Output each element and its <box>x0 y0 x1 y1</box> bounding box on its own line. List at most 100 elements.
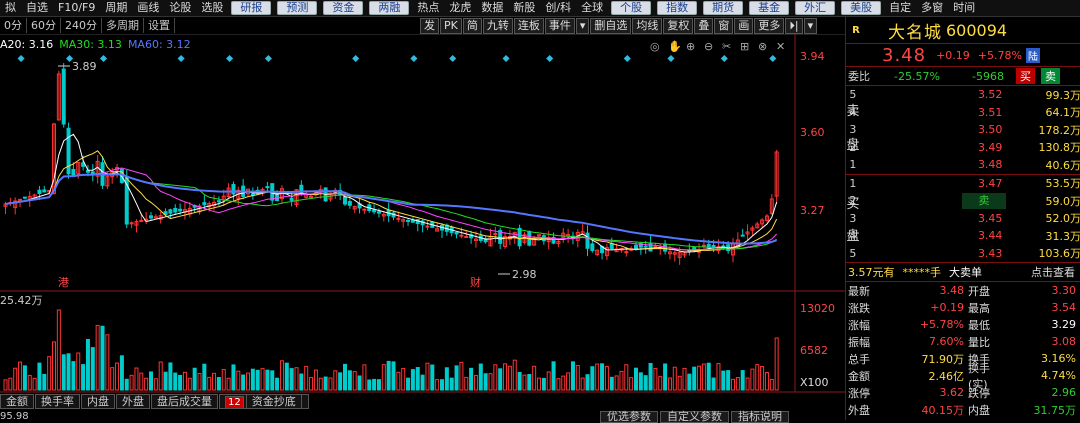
tab-after-hours[interactable]: 盘后成交量 <box>151 394 218 409</box>
volume-bar <box>236 370 241 391</box>
menu-item[interactable]: 自选 <box>21 0 53 16</box>
chevron-down-icon[interactable]: ▾ <box>575 17 590 34</box>
index-button[interactable]: 指数 <box>657 1 698 15</box>
margin-button[interactable]: 两融 <box>369 1 410 15</box>
candle <box>643 245 648 248</box>
bid-row[interactable]: 3 3.45 52.0万 <box>846 210 1080 228</box>
tool-button[interactable]: 更多 <box>754 17 785 34</box>
bid-row[interactable]: 23.46卖59.0万 <box>846 192 1080 210</box>
volume-bar <box>401 368 406 391</box>
ma-line <box>5 133 778 253</box>
zoom-out-icon[interactable]: ⊖ <box>704 40 713 53</box>
volume-bar <box>609 376 614 391</box>
settings-tab[interactable]: 设置 <box>144 18 175 33</box>
stocks-button[interactable]: 个股 <box>611 1 652 15</box>
tool-button[interactable]: 画 <box>734 17 754 34</box>
tool-button[interactable]: 复权 <box>663 17 694 34</box>
menu-item[interactable]: 自定 <box>884 0 916 16</box>
research-button[interactable]: 研报 <box>231 1 272 15</box>
period-tab[interactable]: 多周期 <box>102 18 144 33</box>
ask-row[interactable]: 2 3.49 130.8万 <box>846 139 1080 157</box>
tool-button[interactable]: 窗 <box>714 17 734 34</box>
volume-bar <box>706 362 711 391</box>
tool-button[interactable]: 均线 <box>632 17 663 34</box>
bid-row[interactable]: 5 3.43 103.6万 <box>846 245 1080 263</box>
menu-item[interactable]: 全球 <box>576 0 608 16</box>
ask-row[interactable]: 4 3.51 64.1万 <box>846 104 1080 122</box>
volume-bar <box>697 365 702 391</box>
tab-amount[interactable]: 金额 <box>0 394 34 409</box>
bid-row[interactable]: 4 3.44 31.3万 <box>846 227 1080 245</box>
volume-bar <box>124 378 129 391</box>
view-link[interactable]: 点击查看 <box>1031 264 1080 280</box>
eye-icon[interactable]: ◎ <box>650 40 660 53</box>
forecast-button[interactable]: 预测 <box>277 1 318 15</box>
play-icon[interactable]: ⏵| <box>785 17 803 34</box>
sell-button[interactable]: 卖 <box>1041 68 1060 84</box>
custom-params-button[interactable]: 自定义参数 <box>660 411 729 423</box>
indicator-help-button[interactable]: 指标说明 <box>731 411 789 423</box>
tool-button[interactable]: 连板 <box>513 17 544 34</box>
fund-button[interactable]: 基金 <box>749 1 790 15</box>
close-icon[interactable]: ⊗ <box>758 40 767 53</box>
event-mark[interactable]: 财 <box>470 275 481 289</box>
stat-value: 2.46亿 <box>928 369 965 383</box>
close-icon[interactable]: ✕ <box>776 40 785 53</box>
menu-item[interactable]: F10/F9 <box>53 0 100 16</box>
grid-icon[interactable]: ⊞ <box>740 40 749 53</box>
tab-turnover[interactable]: 换手率 <box>35 394 80 409</box>
candle <box>173 207 178 213</box>
menu-item[interactable]: 选股 <box>196 0 228 16</box>
kline-chart[interactable]: 3.94 3.60 3.27 13020 6582 X100 ◎ ✋ ⊕ ⊖ ✂… <box>0 34 845 394</box>
menu-item[interactable]: 画线 <box>132 0 164 16</box>
ask-row[interactable]: 5 3.52 99.3万 <box>846 86 1080 104</box>
chevron-down-icon[interactable]: ▾ <box>803 17 818 34</box>
menu-item[interactable]: 热点 <box>412 0 444 16</box>
period-tab[interactable]: 240分 <box>61 18 102 33</box>
funds-button[interactable]: 资金 <box>323 1 364 15</box>
tool-button[interactable]: 叠 <box>694 17 714 34</box>
menu-item[interactable]: 时间 <box>948 0 980 16</box>
volume-bar <box>284 362 289 391</box>
tool-button[interactable]: 九转 <box>482 17 513 34</box>
menu-item[interactable]: 周期 <box>100 0 132 16</box>
tool-button[interactable]: 事件 <box>544 17 575 34</box>
menu-item[interactable]: 新股 <box>508 0 540 16</box>
menu-item[interactable]: 创/科 <box>540 0 576 16</box>
bid-volume: 103.6万 <box>1038 247 1080 261</box>
period-tab[interactable]: 0分 <box>0 18 27 33</box>
candle <box>22 196 27 199</box>
us-stock-button[interactable]: 美股 <box>841 1 882 15</box>
menu-item[interactable]: 拟 <box>0 0 21 16</box>
zoom-in-icon[interactable]: ⊕ <box>686 40 695 53</box>
tool-button[interactable]: 发 <box>420 17 439 34</box>
tab-inner[interactable]: 内盘 <box>81 394 115 409</box>
stat-value: 3.54 <box>1051 301 1077 314</box>
forex-button[interactable]: 外汇 <box>795 1 836 15</box>
bid-row[interactable]: 1 3.47 53.5万 <box>846 175 1080 193</box>
menu-item[interactable]: 多窗 <box>916 0 948 16</box>
event-mark[interactable]: 港 <box>58 276 69 289</box>
menu-item[interactable]: 龙虎 <box>444 0 476 16</box>
volume-bar <box>575 364 580 391</box>
volume-bar <box>493 364 498 391</box>
candle <box>362 208 367 211</box>
ask-row[interactable]: 3 3.50 178.2万 <box>846 121 1080 139</box>
hand-icon[interactable]: ✋ <box>668 40 682 53</box>
scissors-icon[interactable]: ✂ <box>722 40 731 53</box>
volume-bar <box>381 364 386 391</box>
tool-button[interactable]: 简 <box>462 17 482 34</box>
volume-bar <box>614 375 619 391</box>
tool-button[interactable]: 删自选 <box>590 17 632 34</box>
ask-row[interactable]: 1 3.48 40.6万 <box>846 156 1080 174</box>
buy-button[interactable]: 买 <box>1016 68 1035 84</box>
preset-params-button[interactable]: 优选参数 <box>600 411 658 423</box>
menu-item[interactable]: 数据 <box>476 0 508 16</box>
tool-button[interactable]: PK <box>440 17 462 34</box>
menu-item[interactable]: 论股 <box>164 0 196 16</box>
futures-button[interactable]: 期货 <box>703 1 744 15</box>
badge: 12 <box>225 396 244 409</box>
tab-outer[interactable]: 外盘 <box>116 394 150 409</box>
tab-funds[interactable]: 12 资金抄底 <box>219 394 309 409</box>
period-tab[interactable]: 60分 <box>27 18 61 33</box>
